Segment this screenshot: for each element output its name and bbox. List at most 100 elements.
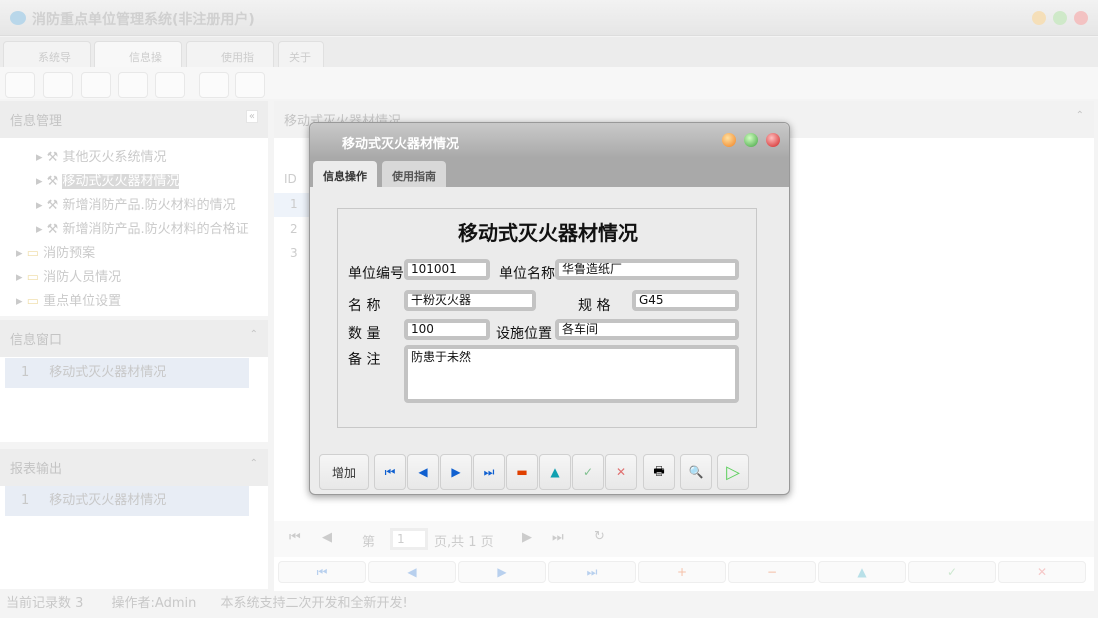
close-button[interactable] bbox=[1074, 11, 1088, 25]
page-prefix: 第 bbox=[362, 531, 375, 550]
cancel-record-button[interactable]: ✕ bbox=[998, 561, 1086, 583]
qty-label: 数 量 bbox=[348, 323, 380, 343]
collapse-icon[interactable]: ⌃ bbox=[250, 329, 258, 340]
user-tool-button[interactable] bbox=[118, 72, 148, 98]
name-field[interactable]: 干粉灭火器 bbox=[404, 290, 536, 311]
note-field[interactable]: 防患于未然 bbox=[404, 345, 739, 403]
cancel-button[interactable]: ✕ bbox=[605, 454, 637, 490]
collapse-icon[interactable]: ⌃ bbox=[250, 458, 258, 469]
dialog-maximize-button[interactable] bbox=[744, 133, 758, 147]
row-number: 1 bbox=[5, 365, 49, 380]
info-mgmt-header: 信息管理 « bbox=[0, 101, 268, 138]
last-page-icon[interactable]: ⏭ bbox=[552, 530, 564, 545]
record-form: 移动式灭火器材情况 单位编号 101001 单位名称 华鲁造纸厂 名 称 干粉灭… bbox=[337, 208, 757, 428]
list-tool-button[interactable] bbox=[43, 72, 73, 98]
table-row[interactable]: 3 bbox=[274, 242, 314, 266]
search-tool-button[interactable] bbox=[5, 72, 35, 98]
tree-label: 其他灭火系统情况 bbox=[62, 150, 166, 165]
monitor-tool-button[interactable] bbox=[155, 72, 185, 98]
folder-icon: ▭ bbox=[27, 246, 39, 261]
location-field[interactable]: 各车间 bbox=[555, 319, 739, 340]
panel-title: 信息管理 bbox=[10, 114, 62, 129]
location-label: 设施位置 bbox=[496, 323, 552, 343]
folder-icon: ▭ bbox=[27, 294, 39, 309]
tree-item[interactable]: ▸ ⚒ 其他灭火系统情况 bbox=[0, 146, 268, 170]
last-button[interactable]: ⏭ bbox=[473, 454, 505, 490]
next-record-button[interactable]: ▶ bbox=[458, 561, 546, 583]
tree-label: 新增消防产品.防火材料的情况 bbox=[62, 198, 235, 213]
app-title: 消防重点单位管理系统(非注册用户) bbox=[32, 9, 255, 29]
delete-record-button[interactable]: − bbox=[728, 561, 816, 583]
tab-guide[interactable]: 使用指南 bbox=[186, 41, 274, 67]
unit-no-label: 单位编号 bbox=[348, 263, 404, 283]
save-button[interactable]: ✓ bbox=[572, 454, 604, 490]
delete-button[interactable]: ▬ bbox=[506, 454, 538, 490]
print-preview-button[interactable]: 🔍 bbox=[680, 454, 712, 490]
document-tool-button[interactable] bbox=[81, 72, 111, 98]
tab-info-ops[interactable]: 信息操作 bbox=[94, 41, 182, 67]
add-record-button[interactable]: + bbox=[638, 561, 726, 583]
last-record-button[interactable]: ⏭ bbox=[548, 561, 636, 583]
dialog-tab-guide[interactable]: 使用指南 bbox=[382, 161, 446, 187]
qty-field[interactable]: 100 bbox=[404, 319, 490, 340]
maximize-button[interactable] bbox=[1053, 11, 1067, 25]
toolbar bbox=[0, 67, 1098, 99]
tab-label: 关于 bbox=[289, 51, 311, 64]
title-bar: 消防重点单位管理系统(非注册用户) bbox=[0, 0, 1098, 36]
minimize-button[interactable] bbox=[1032, 11, 1046, 25]
dialog-tab-info-ops[interactable]: 信息操作 bbox=[313, 161, 377, 187]
panel-title: 信息窗口 bbox=[10, 333, 62, 348]
row-text: 移动式灭火器材情况 bbox=[49, 365, 166, 380]
list-item[interactable]: 1移动式灭火器材情况 bbox=[5, 486, 249, 516]
main-tabs: 系统导航 信息操作 使用指南 关于 bbox=[0, 37, 1098, 67]
tree-item[interactable]: ▸ ⚒ 新增消防产品.防火材料的合格证 bbox=[0, 218, 268, 242]
add-button[interactable]: 增加 bbox=[319, 454, 369, 490]
prev-button[interactable]: ◀ bbox=[407, 454, 439, 490]
spec-field[interactable]: G45 bbox=[632, 290, 739, 311]
dialog-tabs: 信息操作 使用指南 bbox=[310, 158, 789, 187]
print-button[interactable]: 🖶 bbox=[643, 454, 675, 490]
record-count: 当前记录数 3 bbox=[6, 596, 83, 611]
window-tool-button[interactable] bbox=[235, 72, 265, 98]
tree-label: 移动式灭火器材情况 bbox=[62, 174, 179, 189]
prev-record-button[interactable]: ◀ bbox=[368, 561, 456, 583]
status-bar: 当前记录数 3 操作者:Admin 本系统支持二次开发和全新开发! bbox=[6, 592, 408, 611]
tree-label: 新增消防产品.防火材料的合格证 bbox=[62, 222, 248, 237]
prev-page-icon[interactable]: ◀ bbox=[322, 530, 332, 545]
spec-label: 规 格 bbox=[578, 295, 610, 315]
note-label: 备 注 bbox=[348, 349, 380, 369]
run-button[interactable]: ▷ bbox=[717, 454, 749, 490]
tree-folder[interactable]: ▸ ▭ 消防预案 bbox=[0, 242, 268, 266]
refresh-icon[interactable]: ↻ bbox=[594, 529, 605, 544]
id-column-header: ID bbox=[284, 172, 297, 186]
table-row[interactable]: 2 bbox=[274, 218, 314, 242]
tree-folder[interactable]: ▸ ▭ 消防人员情况 bbox=[0, 266, 268, 290]
edit-record-button[interactable]: ▲ bbox=[818, 561, 906, 583]
save-record-button[interactable]: ✓ bbox=[908, 561, 996, 583]
edit-button[interactable]: ▲ bbox=[539, 454, 571, 490]
next-page-icon[interactable]: ▶ bbox=[522, 530, 532, 545]
tree-item[interactable]: ▸ ⚒ 新增消防产品.防火材料的情况 bbox=[0, 194, 268, 218]
next-button[interactable]: ▶ bbox=[440, 454, 472, 490]
dialog-minimize-button[interactable] bbox=[722, 133, 736, 147]
page-suffix: 页,共 1 页 bbox=[434, 531, 494, 550]
tab-system-nav[interactable]: 系统导航 bbox=[3, 41, 91, 67]
unit-no-field[interactable]: 101001 bbox=[404, 259, 490, 280]
app-logo-icon bbox=[10, 11, 26, 25]
first-page-icon[interactable]: ⏮ bbox=[289, 530, 301, 545]
unit-name-field[interactable]: 华鲁造纸厂 bbox=[555, 259, 739, 280]
collapse-icon[interactable]: « bbox=[246, 110, 258, 123]
page-input[interactable]: 1 bbox=[390, 528, 428, 550]
dialog-title: 移动式灭火器材情况 bbox=[342, 137, 459, 152]
first-button[interactable]: ⏮ bbox=[374, 454, 406, 490]
collapse-icon[interactable]: ⌃ bbox=[1076, 110, 1084, 121]
first-record-button[interactable]: ⏮ bbox=[278, 561, 366, 583]
tree-folder[interactable]: ▸ ▭ 重点单位设置 bbox=[0, 290, 268, 314]
tab-about[interactable]: 关于 bbox=[278, 41, 324, 67]
dialog-close-button[interactable] bbox=[766, 133, 780, 147]
tree-item-selected[interactable]: ▸ ⚒ 移动式灭火器材情况 bbox=[0, 170, 268, 194]
list-item[interactable]: 1移动式灭火器材情况 bbox=[5, 358, 249, 388]
table-row[interactable]: 1 bbox=[274, 193, 314, 217]
name-label: 名 称 bbox=[348, 295, 380, 315]
export-tool-button[interactable] bbox=[199, 72, 229, 98]
